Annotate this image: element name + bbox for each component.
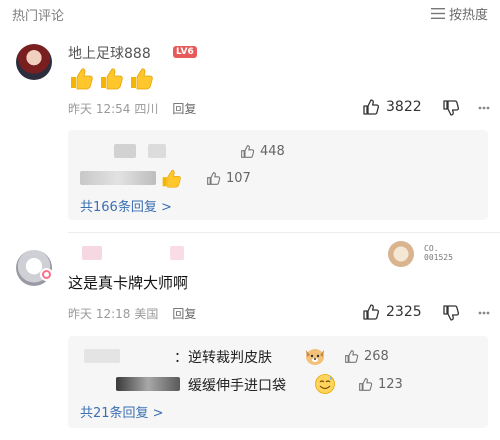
like-button[interactable]: 3822 xyxy=(362,98,422,116)
comment-location: 美国 xyxy=(134,307,159,321)
level-badge: LV6 xyxy=(173,46,197,58)
comment-time: 昨天 12:54 xyxy=(68,102,131,116)
reply-item[interactable]: 缓缓伸手进口袋 123 xyxy=(78,374,478,396)
comment-location: 四川 xyxy=(134,102,159,116)
decoration-number: CO. 001525 xyxy=(424,244,453,262)
thumbs-up-emoji-icon xyxy=(162,169,181,188)
comment-time: 昨天 12:18 xyxy=(68,307,131,321)
username[interactable]: 地上足球888 xyxy=(68,43,151,63)
reply-item[interactable]: 448 xyxy=(78,142,478,164)
dog-emoji-icon xyxy=(306,349,324,365)
thumbs-up-icon xyxy=(363,99,380,115)
thumbs-up-icon xyxy=(207,172,221,185)
thumbs-up-icon xyxy=(363,304,380,320)
reply-like-button[interactable]: 107 xyxy=(206,171,251,186)
reply-item[interactable]: 107 xyxy=(78,168,478,190)
blurred-text xyxy=(80,171,156,185)
decoration-line2: 001525 xyxy=(424,253,453,262)
decoration-badge-icon xyxy=(388,241,414,267)
comment-meta: 昨天 12:54 四川 回复 xyxy=(68,100,196,117)
thumbs-up-icon xyxy=(345,350,359,363)
reply-like-count: 107 xyxy=(226,171,251,186)
reply-preview-box: 448 107 共166条回复 > xyxy=(68,130,488,220)
comments-header: 热门评论 按热度 xyxy=(0,0,500,28)
reply-item[interactable]: ：逆转裁判皮肤 268 xyxy=(78,346,478,368)
like-button[interactable]: 2325 xyxy=(362,303,422,321)
blurred-username xyxy=(84,349,120,363)
more-dots-icon[interactable] xyxy=(478,311,490,315)
gender-badge-icon xyxy=(40,268,53,281)
avatar[interactable] xyxy=(16,44,52,80)
thumbs-up-icon xyxy=(359,378,373,391)
reply-text: ：逆转裁判皮肤 xyxy=(174,350,272,366)
comment-divider xyxy=(68,232,500,233)
thumbs-down-icon[interactable] xyxy=(442,304,460,322)
sweat-smile-emoji-icon xyxy=(315,374,335,394)
view-all-replies-link[interactable]: 共21条回复 > xyxy=(80,402,164,421)
thumbs-up-emoji-icon xyxy=(101,68,123,90)
reply-like-count: 448 xyxy=(260,144,285,159)
emoji-content xyxy=(68,66,154,90)
sort-lines-icon xyxy=(430,8,445,19)
like-count: 2325 xyxy=(386,304,422,320)
like-count: 3822 xyxy=(386,99,422,115)
blurred-text xyxy=(148,144,166,158)
reply-button[interactable]: 回复 xyxy=(172,100,196,117)
sort-button[interactable]: 按热度 xyxy=(430,4,488,23)
blurred-username xyxy=(116,377,180,391)
reply-like-button[interactable]: 123 xyxy=(358,377,403,392)
more-dots-icon[interactable] xyxy=(478,106,490,110)
thumbs-down-icon[interactable] xyxy=(442,99,460,117)
section-title: 热门评论 xyxy=(12,9,65,24)
blurred-username xyxy=(82,246,102,260)
comment-text: 这是真卡牌大师啊 xyxy=(68,274,189,292)
thumbs-up-icon xyxy=(241,145,255,158)
reply-text: 缓缓伸手进口袋 xyxy=(188,378,286,394)
reply-like-button[interactable]: 268 xyxy=(344,349,389,364)
comment-meta: 昨天 12:18 美国 回复 xyxy=(68,305,196,322)
thumbs-up-emoji-icon xyxy=(71,68,93,90)
decoration-line1: CO. xyxy=(424,244,439,253)
reply-preview-box: ：逆转裁判皮肤 268 缓缓伸手进口袋 123 共21条回复 > xyxy=(68,336,488,428)
blurred-username xyxy=(170,246,184,260)
thumbs-up-emoji-icon xyxy=(131,68,153,90)
sort-label: 按热度 xyxy=(448,8,488,23)
reply-like-count: 268 xyxy=(364,349,389,364)
reply-like-count: 123 xyxy=(378,377,403,392)
reply-like-button[interactable]: 448 xyxy=(240,144,285,159)
blurred-username xyxy=(114,144,136,158)
view-all-replies-link[interactable]: 共166条回复 > xyxy=(80,196,172,215)
reply-button[interactable]: 回复 xyxy=(172,305,196,322)
